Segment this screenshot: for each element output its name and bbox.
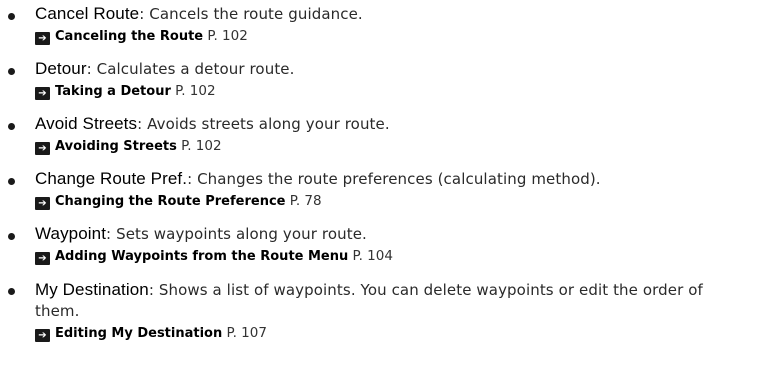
item-text: Change Route Pref.: Changes the route pr… xyxy=(35,169,757,189)
item-term: My Destination xyxy=(35,280,149,299)
item-term: Detour xyxy=(35,59,87,78)
item-description: : Sets waypoints along your route. xyxy=(106,225,367,243)
bullet xyxy=(8,178,15,185)
list-item-waypoint: Waypoint: Sets waypoints along your rout… xyxy=(8,224,758,270)
reference-title: Canceling the Route xyxy=(55,29,204,44)
list-item-cancel-route: Cancel Route: Cancels the route guidance… xyxy=(8,4,758,50)
bullet xyxy=(8,13,15,20)
item-text: Waypoint: Sets waypoints along your rout… xyxy=(35,224,757,244)
item-description: : Cancels the route guidance. xyxy=(139,5,363,23)
item-term: Waypoint xyxy=(35,224,107,243)
reference-page: P. 102 xyxy=(170,83,216,99)
item-text: Avoid Streets: Avoids streets along your… xyxy=(35,114,757,134)
item-term: Cancel Route xyxy=(35,4,140,23)
reference-title: Adding Waypoints from the Route Menu xyxy=(55,249,349,264)
reference-title: Editing My Destination xyxy=(55,326,223,341)
cross-reference-link[interactable]: ➔ Editing My Destination P. 107 xyxy=(35,323,267,343)
item-text: My Destination: Shows a list of waypoint… xyxy=(35,279,735,322)
reference-page: P. 107 xyxy=(222,325,267,341)
item-description: : Avoids streets along your route. xyxy=(137,115,390,133)
list-item-change-route-pref: Change Route Pref.: Changes the route pr… xyxy=(8,169,758,215)
reference-page: P. 102 xyxy=(203,28,248,44)
list-item-my-destination: My Destination: Shows a list of waypoint… xyxy=(8,279,758,367)
item-text: Detour: Calculates a detour route. xyxy=(35,59,757,79)
reference-page: P. 104 xyxy=(348,248,393,264)
arrow-right-icon: ➔ xyxy=(35,252,50,265)
reference-title: Taking a Detour xyxy=(55,84,171,99)
bullet xyxy=(8,288,15,295)
reference-title: Changing the Route Preference xyxy=(55,194,286,209)
item-description: : Calculates a detour route. xyxy=(86,60,295,78)
reference-title: Avoiding Streets xyxy=(55,139,177,154)
cross-reference-link[interactable]: ➔ Canceling the Route P. 102 xyxy=(35,26,248,46)
cross-reference-link[interactable]: ➔ Taking a Detour P. 102 xyxy=(35,81,216,101)
arrow-right-icon: ➔ xyxy=(35,142,50,155)
item-description: : Changes the route preferences (calcula… xyxy=(187,170,601,188)
item-term: Avoid Streets xyxy=(35,114,138,133)
reference-page: P. 78 xyxy=(285,193,322,209)
arrow-right-icon: ➔ xyxy=(35,87,50,100)
arrow-right-icon: ➔ xyxy=(35,329,50,342)
arrow-right-icon: ➔ xyxy=(35,197,50,210)
list-item-avoid-streets: Avoid Streets: Avoids streets along your… xyxy=(8,114,758,160)
item-term: Change Route Pref. xyxy=(35,169,188,188)
bullet xyxy=(8,68,15,75)
cross-reference-link[interactable]: ➔ Avoiding Streets P. 102 xyxy=(35,136,222,156)
reference-page: P. 102 xyxy=(176,138,222,154)
bullet xyxy=(8,233,15,240)
item-text: Cancel Route: Cancels the route guidance… xyxy=(35,4,757,24)
list-item-detour: Detour: Calculates a detour route. ➔ Taki… xyxy=(8,59,758,105)
cross-reference-link[interactable]: ➔ Adding Waypoints from the Route Menu P.… xyxy=(35,246,393,266)
arrow-right-icon: ➔ xyxy=(35,32,50,45)
cross-reference-link[interactable]: ➔ Changing the Route Preference P. 78 xyxy=(35,191,322,211)
bullet xyxy=(8,123,15,130)
